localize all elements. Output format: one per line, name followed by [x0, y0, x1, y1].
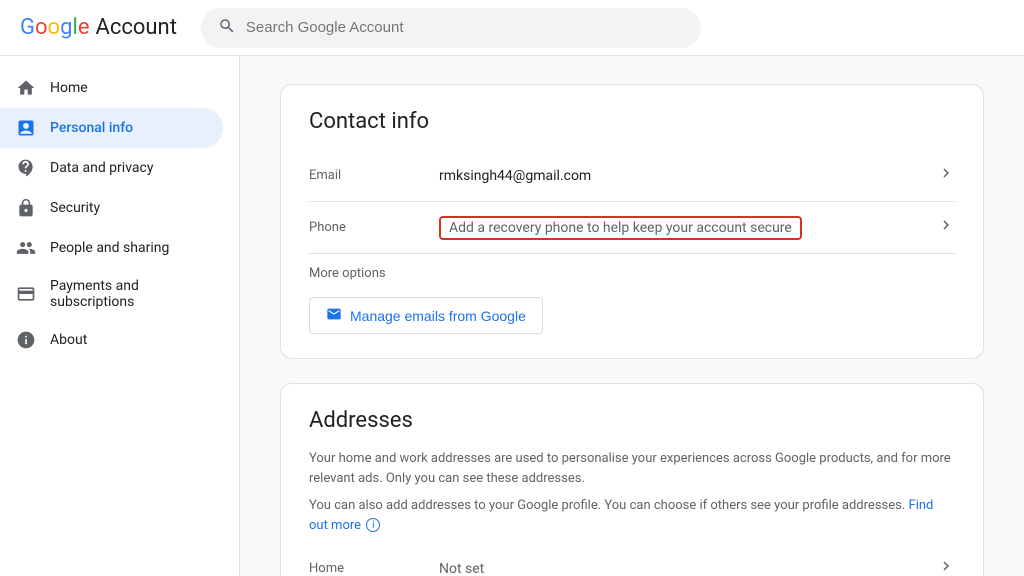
addresses-desc1: Your home and work addresses are used to… [309, 449, 955, 488]
sidebar-item-personal-info-label: Personal info [50, 120, 133, 136]
addresses-desc2-text: You can also add addresses to your Googl… [309, 498, 905, 513]
addresses-desc2: You can also add addresses to your Googl… [309, 496, 955, 535]
search-input[interactable] [246, 19, 684, 36]
sidebar-item-personal-info[interactable]: Personal info [0, 108, 223, 148]
lock-icon [16, 198, 36, 218]
sidebar-item-people-sharing[interactable]: People and sharing [0, 228, 223, 268]
sidebar-item-data-privacy[interactable]: Data and privacy [0, 148, 223, 188]
sidebar-item-data-privacy-label: Data and privacy [50, 160, 153, 176]
sidebar-item-security-label: Security [50, 200, 100, 216]
sidebar-item-people-sharing-label: People and sharing [50, 240, 169, 256]
email-label: Email [309, 168, 439, 183]
phone-chevron-icon [937, 216, 955, 239]
more-options-link[interactable]: More options [309, 266, 955, 281]
home-address-label: Home [309, 561, 439, 576]
phone-placeholder-text: Add a recovery phone to help keep your a… [439, 216, 802, 240]
sidebar-item-security[interactable]: Security [0, 188, 223, 228]
header: Google Account [0, 0, 1024, 56]
email-value: rmksingh44@gmail.com [439, 168, 929, 184]
sidebar-item-payments[interactable]: Payments and subscriptions [0, 268, 223, 320]
home-address-row[interactable]: Home Not set [309, 543, 955, 576]
info-icon [16, 330, 36, 350]
home-address-chevron-icon [937, 557, 955, 576]
contact-info-title: Contact info [309, 109, 955, 134]
manage-emails-button[interactable]: Manage emails from Google [309, 297, 543, 334]
sidebar-item-home-label: Home [50, 80, 88, 96]
main-content: Contact info Email rmksingh44@gmail.com … [240, 56, 1024, 576]
home-icon [16, 78, 36, 98]
payment-icon [16, 284, 36, 304]
email-chevron-icon [937, 164, 955, 187]
main-layout: Home Personal info Data and privacy Secu… [0, 56, 1024, 576]
contact-info-card: Contact info Email rmksingh44@gmail.com … [280, 84, 984, 359]
search-bar [201, 8, 701, 48]
addresses-title: Addresses [309, 408, 955, 433]
sidebar-item-about[interactable]: About [0, 320, 223, 360]
email-row[interactable]: Email rmksingh44@gmail.com [309, 150, 955, 202]
envelope-icon [326, 306, 342, 325]
sidebar-item-payments-label: Payments and subscriptions [50, 278, 207, 310]
phone-value: Add a recovery phone to help keep your a… [439, 220, 929, 236]
addresses-card: Addresses Your home and work addresses a… [280, 383, 984, 576]
sidebar-item-home[interactable]: Home [0, 68, 223, 108]
phone-row[interactable]: Phone Add a recovery phone to help keep … [309, 202, 955, 254]
info-circle-icon: i [366, 518, 380, 532]
manage-emails-label: Manage emails from Google [350, 308, 526, 324]
phone-label: Phone [309, 220, 439, 235]
people-icon [16, 238, 36, 258]
sidebar: Home Personal info Data and privacy Secu… [0, 56, 240, 576]
person-icon [16, 118, 36, 138]
header-account-label: Account [95, 15, 176, 40]
google-logo[interactable]: Google [20, 15, 89, 40]
search-icon [218, 17, 236, 39]
sidebar-item-about-label: About [50, 332, 87, 348]
home-address-value: Not set [439, 561, 929, 576]
data-icon [16, 158, 36, 178]
